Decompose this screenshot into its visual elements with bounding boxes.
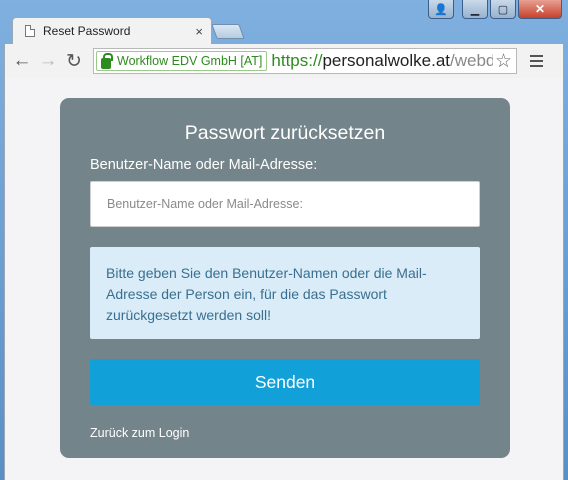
page-viewport: Passwort zurücksetzen Benutzer-Name oder… bbox=[4, 78, 564, 480]
forward-arrow-icon[interactable]: → bbox=[35, 48, 61, 74]
star-icon[interactable]: ☆ bbox=[492, 50, 512, 73]
menu-bar bbox=[529, 65, 543, 67]
browser-tab[interactable]: Reset Password × bbox=[12, 17, 212, 44]
url-host: personalwolke.at bbox=[322, 51, 451, 70]
back-arrow-icon[interactable]: ← bbox=[9, 48, 35, 74]
menu-icon[interactable] bbox=[525, 50, 547, 72]
url-path: /webd bbox=[450, 51, 496, 70]
username-input[interactable] bbox=[90, 181, 480, 227]
address-bar[interactable]: Workflow EDV GmbH [AT] https://personalw… bbox=[93, 48, 517, 74]
url-scheme: https:// bbox=[271, 51, 323, 70]
close-icon[interactable]: ✕ bbox=[518, 0, 562, 19]
username-field-label: Benutzer-Name oder Mail-Adresse: bbox=[90, 157, 318, 173]
reset-password-card: Passwort zurücksetzen Benutzer-Name oder… bbox=[60, 98, 510, 458]
tab-title: Reset Password bbox=[43, 24, 131, 38]
browser-window: 👤 ▁ ▢ ✕ Reset Password × ← → ↻ Workflow … bbox=[0, 0, 568, 480]
lock-icon bbox=[101, 52, 113, 69]
page-title: Passwort zurücksetzen bbox=[184, 122, 386, 144]
minimize-icon[interactable]: ▁ bbox=[462, 0, 488, 19]
reload-icon[interactable]: ↻ bbox=[61, 48, 87, 74]
url-text[interactable]: https://personalwolke.at/webd bbox=[271, 51, 495, 71]
browser-toolbar: ← → ↻ Workflow EDV GmbH [AT] https://per… bbox=[4, 44, 564, 78]
ev-certificate-badge[interactable]: Workflow EDV GmbH [AT] bbox=[96, 51, 268, 71]
info-message: Bitte geben Sie den Benutzer-Namen oder … bbox=[90, 247, 480, 339]
tab-close-icon[interactable]: × bbox=[195, 24, 203, 39]
menu-bar bbox=[529, 60, 543, 62]
maximize-icon[interactable]: ▢ bbox=[490, 0, 516, 19]
send-button[interactable]: Senden bbox=[90, 359, 480, 405]
ev-org-name: Workflow EDV GmbH [AT] bbox=[117, 54, 263, 68]
new-tab-button[interactable] bbox=[211, 24, 245, 39]
back-to-login-link[interactable]: Zurück zum Login bbox=[90, 426, 189, 440]
page-icon bbox=[25, 25, 35, 37]
user-icon[interactable]: 👤 bbox=[428, 0, 454, 19]
menu-bar bbox=[529, 55, 543, 57]
window-controls: 👤 ▁ ▢ ✕ bbox=[428, 0, 562, 19]
